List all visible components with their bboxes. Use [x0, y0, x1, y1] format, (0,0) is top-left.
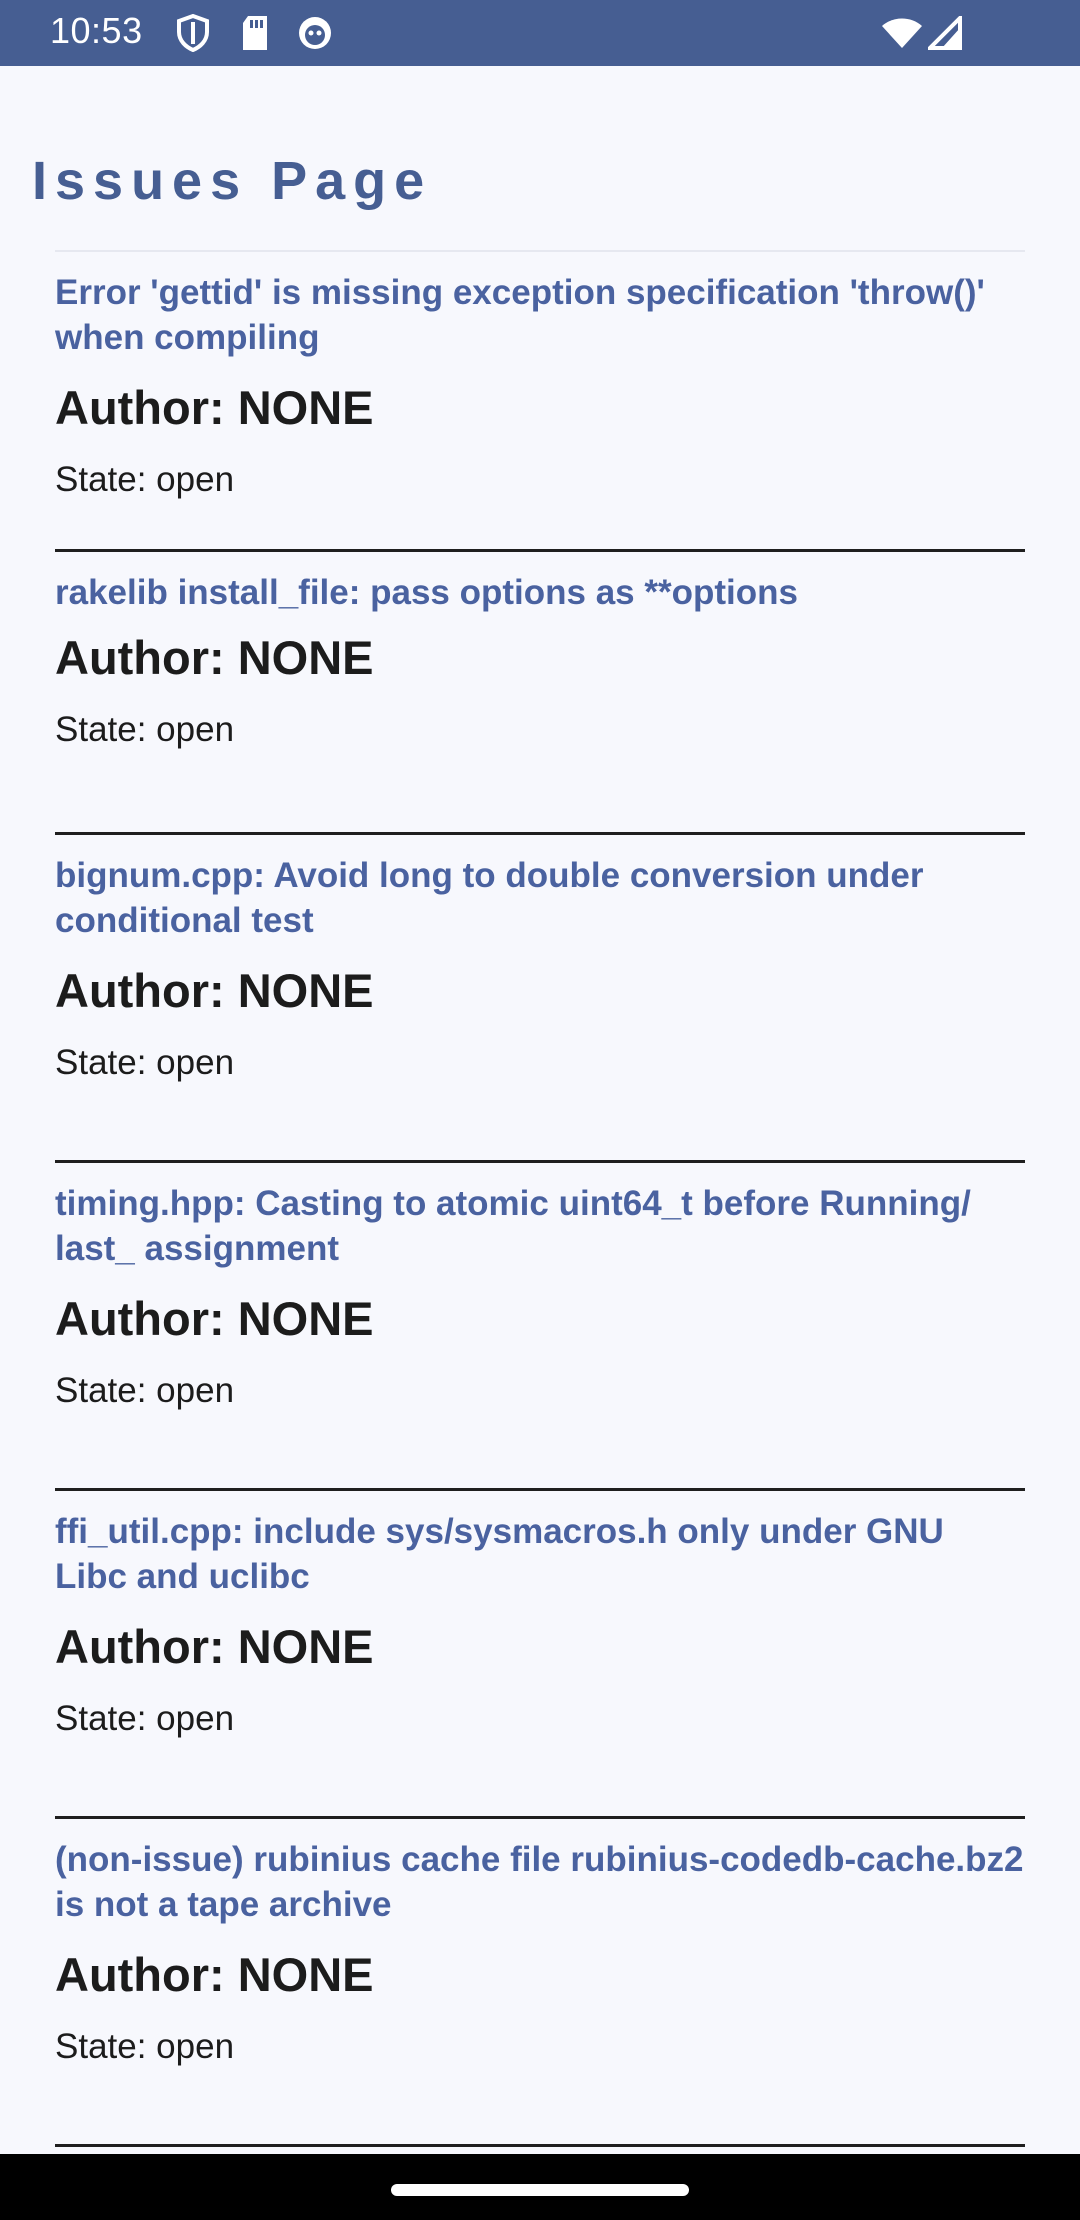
- status-time: 10:53: [50, 10, 143, 51]
- issue-author: Author: NONE: [55, 631, 374, 684]
- issue-title[interactable]: bignum.cpp: Avoid long to double convers…: [55, 853, 1025, 943]
- issue-author: Author: NONE: [55, 964, 374, 1017]
- home-gesture-handle[interactable]: [391, 2184, 689, 2196]
- issue-title[interactable]: Error 'gettid' is missing exception spec…: [55, 270, 1025, 360]
- issue-state: State: open: [55, 2027, 235, 2066]
- issue-author: Author: NONE: [55, 1292, 374, 1345]
- page-title: Issues Page: [32, 151, 433, 211]
- issue-state: State: open: [55, 710, 235, 749]
- issue-author: Author: NONE: [55, 1620, 374, 1673]
- issue-title[interactable]: (non-issue) rubinius cache file rubinius…: [55, 1837, 1025, 1927]
- issue-item[interactable]: timing.hpp: Casting to atomic uint64_t b…: [55, 1163, 1025, 1491]
- status-bar: 10:53: [0, 0, 1080, 66]
- sd-card-icon: [240, 14, 270, 57]
- issue-item[interactable]: (non-issue) rubinius cache file rubinius…: [55, 1819, 1025, 2147]
- issue-author: Author: NONE: [55, 1948, 374, 2001]
- issue-item[interactable]: bignum.cpp: Avoid long to double convers…: [55, 835, 1025, 1163]
- issue-author: Author: NONE: [55, 381, 374, 434]
- shield-icon: [176, 13, 210, 57]
- issue-item[interactable]: rakelib install_file: pass options as **…: [55, 552, 1025, 835]
- issue-state: State: open: [55, 1371, 235, 1410]
- issue-title[interactable]: timing.hpp: Casting to atomic uint64_t b…: [55, 1181, 1025, 1271]
- issue-state: State: open: [55, 460, 235, 499]
- cell-signal-icon: [925, 13, 962, 55]
- issue-state: State: open: [55, 1699, 235, 1738]
- issue-item[interactable]: ffi_util.cpp: include sys/sysmacros.h on…: [55, 1491, 1025, 1819]
- issue-title[interactable]: ffi_util.cpp: include sys/sysmacros.h on…: [55, 1509, 1025, 1599]
- issue-title[interactable]: rakelib install_file: pass options as **…: [55, 570, 1025, 615]
- issue-state: State: open: [55, 1043, 235, 1082]
- issues-list[interactable]: Error 'gettid' is missing exception spec…: [55, 252, 1025, 2147]
- wifi-icon: [880, 16, 924, 55]
- android-debug-icon: [296, 14, 334, 57]
- issue-item[interactable]: Error 'gettid' is missing exception spec…: [55, 252, 1025, 552]
